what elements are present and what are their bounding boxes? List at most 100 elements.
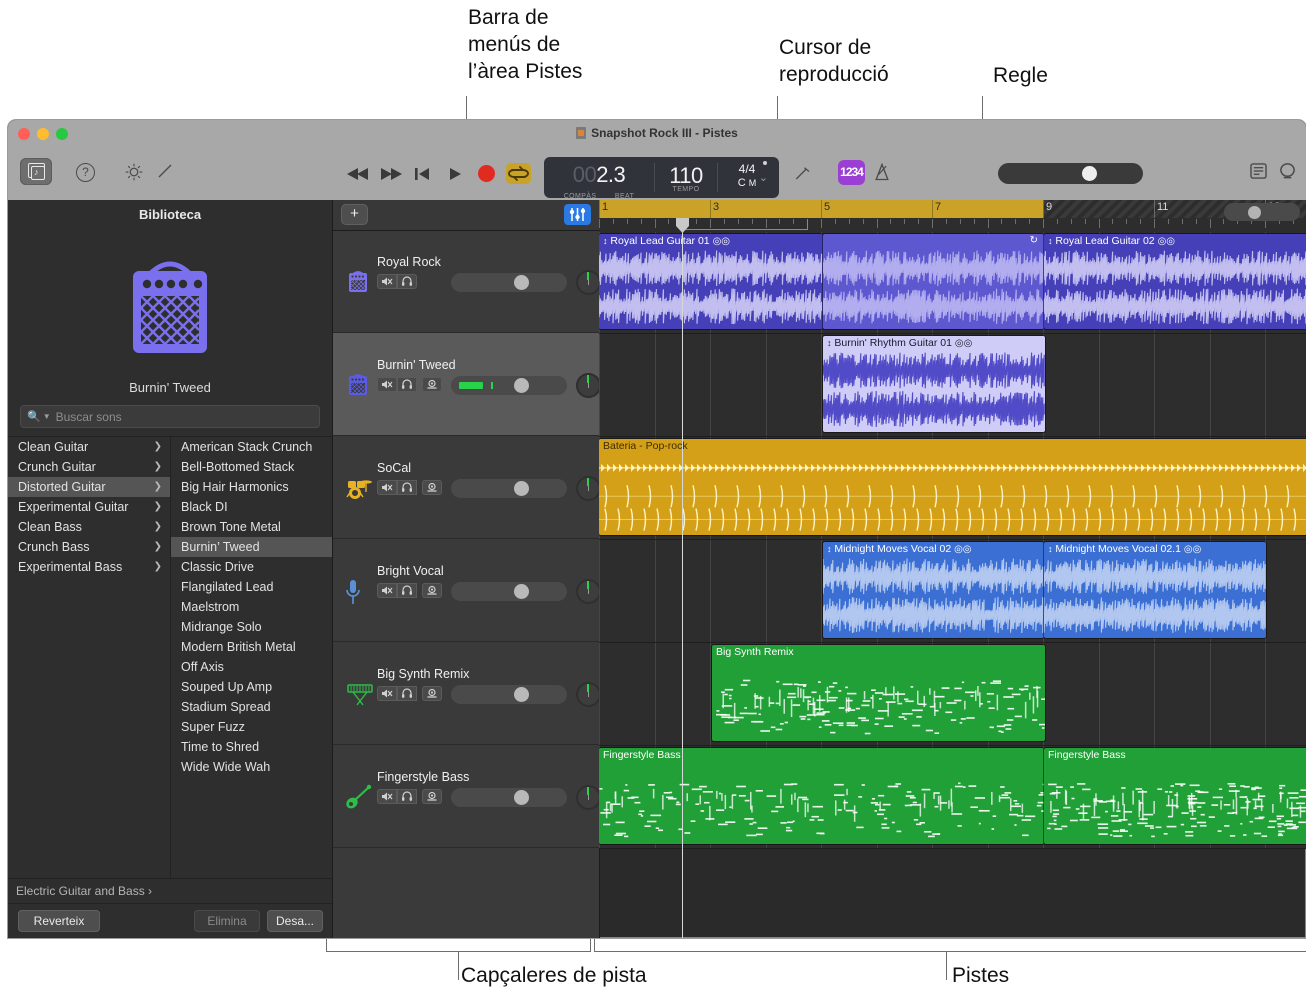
region[interactable]: Big Synth Remix xyxy=(712,645,1045,741)
library-category-item[interactable]: Experimental Guitar ❯ xyxy=(8,497,170,517)
library-patch-column[interactable]: American Stack Crunch Bell-Bottomed Stack… xyxy=(171,437,332,878)
region[interactable]: ↕ Burnin' Rhythm Guitar 01 ◎◎ xyxy=(823,336,1045,432)
record-enable-button[interactable] xyxy=(422,582,442,598)
mute-button[interactable] xyxy=(377,479,397,495)
region[interactable]: ↕ Midnight Moves Vocal 02 ◎◎ xyxy=(823,542,1044,638)
track-volume-knob[interactable] xyxy=(514,377,529,393)
mute-button[interactable] xyxy=(377,685,397,701)
rewind-button[interactable] xyxy=(346,164,370,184)
solo-button[interactable] xyxy=(397,582,417,598)
library-patch-item[interactable]: Brown Tone Metal xyxy=(171,517,332,537)
mixer-toggle-button[interactable] xyxy=(564,204,591,225)
record-enable-button[interactable] xyxy=(422,376,442,392)
fast-forward-button[interactable] xyxy=(379,164,403,184)
track-header[interactable]: Royal Rock xyxy=(333,231,601,333)
library-patch-item[interactable]: Modern British Metal xyxy=(171,637,332,657)
track-pan-knob[interactable] xyxy=(576,578,601,604)
library-category-item[interactable]: Experimental Bass ❯ xyxy=(8,557,170,577)
track-pan-knob[interactable] xyxy=(576,784,601,810)
track-header[interactable]: Bright Vocal xyxy=(333,539,601,642)
save-button[interactable]: Desa... xyxy=(267,910,323,932)
track-pan-knob[interactable] xyxy=(576,372,601,398)
region[interactable]: ↕ Royal Lead Guitar 01 ◎◎ xyxy=(599,234,823,329)
record-enable-button[interactable] xyxy=(422,685,442,701)
track-volume-knob[interactable] xyxy=(514,275,529,290)
solo-button[interactable] xyxy=(397,376,417,392)
delete-button[interactable]: Elimina xyxy=(194,910,260,932)
mute-button[interactable] xyxy=(377,376,397,392)
track-volume-slider[interactable] xyxy=(451,375,567,395)
track-volume-knob[interactable] xyxy=(514,789,529,805)
lcd-display[interactable]: 002.3 COMPÀS BEAT 110 TEMPO 4/4 C M ⌄ xyxy=(544,157,779,200)
chevron-down-icon[interactable]: ⌄ xyxy=(759,171,768,184)
library-patch-item[interactable]: Midrange Solo xyxy=(171,617,332,637)
region[interactable]: Bateria - Pop-rock xyxy=(599,439,1306,535)
lcd-signature-key[interactable]: 4/4 C M ⌄ xyxy=(718,157,776,198)
library-category-item[interactable]: Crunch Bass ❯ xyxy=(8,537,170,557)
library-category-column[interactable]: Clean Guitar ❯ Crunch Guitar ❯ Distorted Gui… xyxy=(8,437,171,878)
count-in-button[interactable]: 1234 xyxy=(838,160,865,185)
ruler[interactable]: 135791113 xyxy=(599,200,1306,232)
library-search-field[interactable]: 🔍 ▼ Buscar sons xyxy=(20,405,320,428)
zoom-slider[interactable] xyxy=(1224,203,1300,221)
master-volume-slider[interactable] xyxy=(998,163,1143,184)
library-patch-item[interactable]: Super Fuzz xyxy=(171,717,332,737)
library-category-item[interactable]: Distorted Guitar ❯ xyxy=(8,477,170,497)
library-patch-item[interactable]: Off Axis xyxy=(171,657,332,677)
track-header[interactable]: Fingerstyle Bass xyxy=(333,745,601,848)
library-patch-item[interactable]: Wide Wide Wah xyxy=(171,757,332,777)
track-volume-knob[interactable] xyxy=(514,686,529,702)
lcd-position[interactable]: 002.3 COMPÀS BEAT xyxy=(544,157,654,200)
library-category-item[interactable]: Clean Guitar ❯ xyxy=(8,437,170,457)
library-patch-item[interactable]: Souped Up Amp xyxy=(171,677,332,697)
solo-button[interactable] xyxy=(397,788,417,804)
track-volume-slider[interactable] xyxy=(451,478,567,498)
library-category-item[interactable]: Crunch Guitar ❯ xyxy=(8,457,170,477)
record-enable-button[interactable] xyxy=(422,788,442,804)
notes-icon[interactable] xyxy=(1250,163,1267,179)
solo-button[interactable] xyxy=(397,479,417,495)
library-category-item[interactable]: Clean Bass ❯ xyxy=(8,517,170,537)
smart-controls-icon[interactable] xyxy=(125,163,143,181)
record-button[interactable] xyxy=(478,165,495,182)
tuner-icon[interactable] xyxy=(794,164,812,182)
mute-button[interactable] xyxy=(377,582,397,598)
go-to-beginning-button[interactable] xyxy=(413,164,431,184)
library-patch-item[interactable]: Bell-Bottomed Stack xyxy=(171,457,332,477)
track-volume-slider[interactable] xyxy=(451,684,567,704)
library-toggle-button[interactable]: ♪ xyxy=(20,158,52,185)
revert-button[interactable]: Reverteix xyxy=(18,910,100,932)
mute-button[interactable] xyxy=(377,274,397,289)
playhead-handle[interactable] xyxy=(676,218,689,233)
region[interactable]: ↕ Midnight Moves Vocal 02.1 ◎◎ xyxy=(1044,542,1266,638)
track-volume-slider[interactable] xyxy=(451,787,567,807)
region[interactable]: Fingerstyle Bass xyxy=(599,748,1044,844)
record-enable-button[interactable] xyxy=(422,479,442,495)
region[interactable]: Fingerstyle Bass xyxy=(1044,748,1306,844)
cycle-button[interactable] xyxy=(506,163,531,184)
track-volume-knob[interactable] xyxy=(514,583,529,599)
help-icon[interactable]: ? xyxy=(76,163,95,182)
metronome-icon[interactable] xyxy=(872,162,892,182)
zoom-slider-knob[interactable] xyxy=(1248,206,1261,219)
track-pan-knob[interactable] xyxy=(576,475,601,501)
track-pan-knob[interactable] xyxy=(576,270,601,295)
solo-button[interactable] xyxy=(397,685,417,701)
library-patch-item[interactable]: American Stack Crunch xyxy=(171,437,332,457)
library-patch-item[interactable]: Maelstrom xyxy=(171,597,332,617)
track-header[interactable]: SoCal xyxy=(333,436,601,539)
library-patch-item[interactable]: Time to Shred xyxy=(171,737,332,757)
chevron-down-icon[interactable]: ▼ xyxy=(43,412,51,421)
track-header[interactable]: Burnin' Tweed xyxy=(333,333,601,436)
track-header[interactable]: Big Synth Remix xyxy=(333,642,601,745)
region[interactable]: ↕ Royal Lead Guitar 02 ◎◎ xyxy=(1044,234,1306,329)
track-volume-slider[interactable] xyxy=(451,581,567,601)
track-pan-knob[interactable] xyxy=(576,681,601,707)
lcd-tempo[interactable]: 110 TEMPO xyxy=(655,157,717,198)
library-patch-item[interactable]: Burnin’ Tweed xyxy=(171,537,332,557)
region[interactable]: ↻ xyxy=(823,234,1044,329)
track-volume-knob[interactable] xyxy=(514,480,529,496)
loop-region-bracket[interactable] xyxy=(684,219,808,230)
library-patch-item[interactable]: Big Hair Harmonics xyxy=(171,477,332,497)
solo-button[interactable] xyxy=(397,274,417,289)
